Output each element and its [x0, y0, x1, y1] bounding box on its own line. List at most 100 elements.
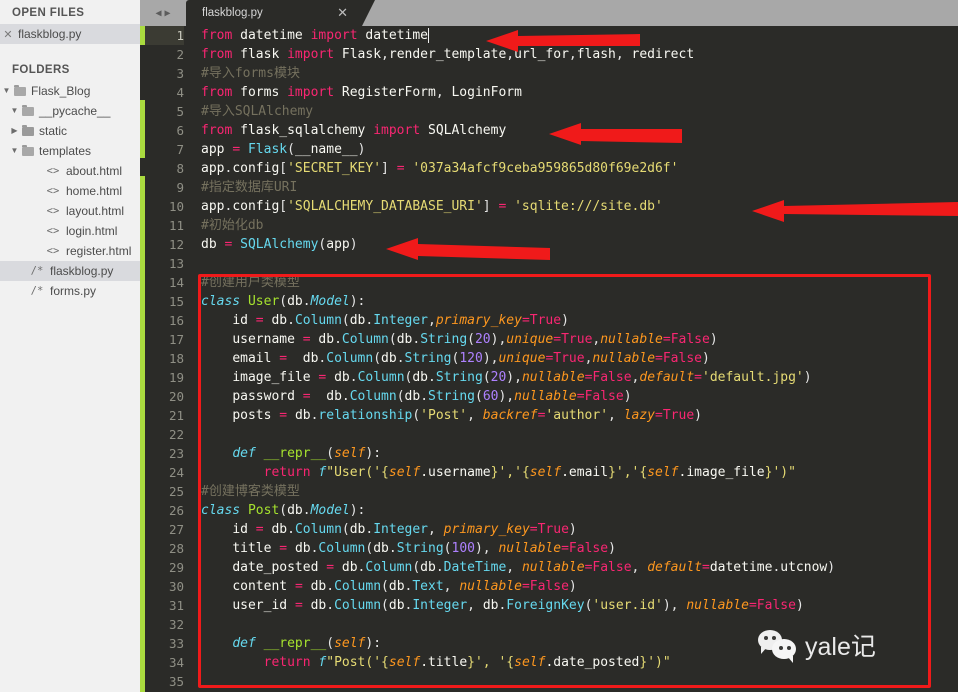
html-file-icon: <> — [46, 205, 60, 217]
html-file-icon: <> — [46, 165, 60, 177]
file-label: layout.html — [66, 204, 125, 218]
code-line: return f"Post('{self.title}', '{self.dat… — [263, 655, 671, 670]
line-number: 4 — [176, 85, 184, 100]
code-line: def __repr__(self): — [232, 446, 382, 461]
folder-open-icon — [13, 85, 29, 97]
sidebar-file-flaskblog-py[interactable]: /* flaskblog.py — [0, 261, 140, 281]
close-icon[interactable]: ✕ — [309, 5, 362, 21]
line-number: 18 — [168, 351, 184, 366]
line-number: 20 — [168, 389, 184, 404]
code-line: user_id = db.Column(db.Integer, db.Forei… — [232, 598, 804, 613]
line-number: 32 — [168, 617, 184, 632]
line-number-gutter: 1 2 3 4 5 6 7 8 9 10 11 12 13 14 15 16 17 18 19 20 21 22 23 24 2… — [145, 26, 193, 692]
sidebar-file-login-html[interactable]: <> login.html — [0, 221, 140, 241]
code-line: #导入SQLAlchemy — [201, 104, 314, 119]
chevron-right-icon[interactable]: ▶ — [165, 8, 171, 19]
code-line: #初始化db — [201, 218, 264, 233]
python-file-icon: /* — [30, 285, 44, 297]
code-line: from forms import RegisterForm, LoginFor… — [201, 85, 522, 100]
line-number: 22 — [168, 427, 184, 442]
code-line: class Post(db.Model): — [201, 503, 366, 518]
folder-open-icon — [21, 105, 37, 117]
code-line: email = db.Column(db.String(120),unique=… — [232, 351, 710, 366]
line-number: 15 — [168, 294, 184, 309]
line-number: 26 — [168, 503, 184, 518]
chevron-down-icon[interactable]: ▼ — [0, 147, 21, 155]
chevron-left-icon[interactable]: ◀ — [155, 8, 161, 19]
code-line: return f"User('{self.username}','{self.e… — [263, 465, 796, 480]
line-number: 31 — [168, 598, 184, 613]
tab-flaskblog-py[interactable]: flaskblog.py ✕ — [186, 0, 375, 26]
file-label: home.html — [66, 184, 123, 198]
folder-closed-icon — [21, 125, 37, 137]
tab-bar-empty-area — [362, 0, 958, 26]
tab-label: flaskblog.py — [202, 7, 263, 19]
chevron-down-icon[interactable]: ▼ — [0, 107, 21, 115]
sidebar-file-home-html[interactable]: <> home.html — [0, 181, 140, 201]
code-area: 1 2 3 4 5 6 7 8 9 10 11 12 13 14 15 16 17 18 19 20 21 22 23 24 2… — [140, 26, 958, 692]
line-number: 29 — [168, 560, 184, 575]
line-number: 9 — [176, 180, 184, 195]
sidebar-folder-static[interactable]: ▶ static — [0, 121, 140, 141]
line-number: 27 — [168, 522, 184, 537]
line-number: 19 — [168, 370, 184, 385]
line-number: 2 — [176, 47, 184, 62]
close-icon[interactable]: ✕ — [0, 28, 16, 41]
sidebar-file-forms-py[interactable]: /* forms.py — [0, 281, 140, 301]
code-line: title = db.Column(db.String(100), nullab… — [232, 541, 616, 556]
sidebar-file-layout-html[interactable]: <> layout.html — [0, 201, 140, 221]
line-number: 25 — [168, 484, 184, 499]
source-code[interactable]: from datetime import datetime from flask … — [193, 26, 958, 691]
folder-label: Flask_Blog — [31, 84, 91, 98]
folder-label: static — [39, 124, 68, 138]
code-line: from flask import Flask,render_template,… — [201, 47, 695, 62]
code-line: class User(db.Model): — [201, 294, 366, 309]
code-line: #导入forms模块 — [201, 66, 300, 81]
code-line: image_file = db.Column(db.String(20),nul… — [232, 370, 812, 385]
code-line: app = Flask(__name__) — [201, 142, 366, 157]
line-number: 34 — [168, 655, 184, 670]
tab-nav-arrows[interactable]: ◀ ▶ — [140, 0, 186, 26]
code-line: posts = db.relationship('Post', backref=… — [232, 408, 702, 423]
code-line: from datetime import datetime — [201, 28, 429, 43]
code-line: password = db.Column(db.String(60),nulla… — [232, 389, 632, 404]
line-number: 12 — [168, 237, 184, 252]
line-number: 8 — [176, 161, 184, 176]
line-number: 17 — [168, 332, 184, 347]
code-line: #创建博客类模型 — [201, 484, 300, 499]
code-scroll-area[interactable]: from datetime import datetime from flask … — [193, 26, 958, 692]
code-line: app.config['SECRET_KEY'] = '037a34afcf9c… — [201, 161, 679, 176]
sidebar-folder-flask-blog[interactable]: ▼ Flask_Blog — [0, 81, 140, 101]
sidebar-file-register-html[interactable]: <> register.html — [0, 241, 140, 261]
code-line: username = db.Column(db.String(20),uniqu… — [232, 332, 718, 347]
chevron-down-icon[interactable]: ▼ — [0, 87, 13, 95]
html-file-icon: <> — [46, 245, 60, 257]
folder-open-icon — [21, 145, 37, 157]
folder-label: __pycache__ — [39, 104, 111, 118]
line-number: 33 — [168, 636, 184, 651]
code-line: from flask_sqlalchemy import SQLAlchemy — [201, 123, 507, 138]
folders-heading: FOLDERS — [12, 64, 70, 76]
sidebar-file-about-html[interactable]: <> about.html — [0, 161, 140, 181]
file-label: forms.py — [50, 284, 97, 298]
sidebar-folder-pycache[interactable]: ▼ __pycache__ — [0, 101, 140, 121]
code-line: id = db.Column(db.Integer,primary_key=Tr… — [232, 313, 569, 328]
code-line: app.config['SQLALCHEMY_DATABASE_URI'] = … — [201, 199, 663, 214]
line-number: 14 — [168, 275, 184, 290]
line-number: 30 — [168, 579, 184, 594]
html-file-icon: <> — [46, 185, 60, 197]
html-file-icon: <> — [46, 225, 60, 237]
code-line: id = db.Column(db.Integer, primary_key=T… — [232, 522, 577, 537]
open-file-item-flaskblog[interactable]: ✕ flaskblog.py — [0, 24, 140, 44]
chevron-right-icon[interactable]: ▶ — [0, 127, 21, 135]
sidebar-folder-templates[interactable]: ▼ templates — [0, 141, 140, 161]
file-label: flaskblog.py — [50, 264, 114, 278]
tab-bar: ◀ ▶ flaskblog.py ✕ — [140, 0, 958, 26]
sidebar: OPEN FILES ✕ flaskblog.py FOLDERS ▼ Flas… — [0, 0, 140, 692]
line-number: 21 — [168, 408, 184, 423]
line-number: 3 — [176, 66, 184, 81]
line-number: 13 — [168, 256, 184, 271]
folder-label: templates — [39, 144, 92, 158]
